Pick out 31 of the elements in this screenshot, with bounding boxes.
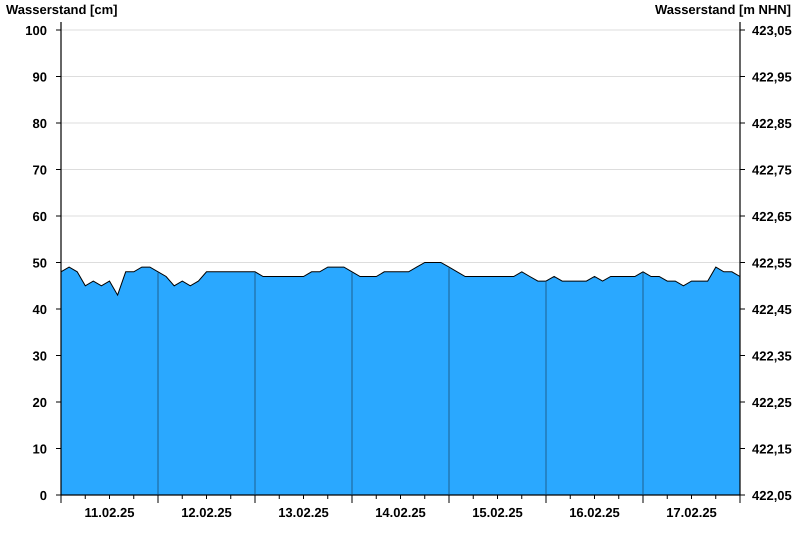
x-tick-label: 12.02.25 <box>181 505 232 520</box>
x-tick-label: 16.02.25 <box>569 505 620 520</box>
y-tick-label: 40 <box>32 302 47 317</box>
y-tick-label: 422,65 <box>752 209 792 224</box>
x-tick-label: 13.02.25 <box>278 505 329 520</box>
y-tick-label: 0 <box>40 488 47 503</box>
y-tick-label: 423,05 <box>752 23 792 38</box>
y-tick-label: 422,15 <box>752 442 792 456</box>
y-tick-label: 422,95 <box>752 70 792 84</box>
y-tick-label: 422,05 <box>752 488 792 503</box>
y-tick-label: 70 <box>32 162 47 178</box>
y-tick-label: 80 <box>32 116 47 131</box>
x-tick-label: 14.02.25 <box>375 505 426 520</box>
y-tick-label: 30 <box>32 348 47 364</box>
y-tick-label: 422,85 <box>752 116 792 131</box>
y-tick-label: 10 <box>32 442 47 456</box>
y-tick-label: 422,75 <box>752 162 792 178</box>
x-tick-label: 17.02.25 <box>666 505 717 520</box>
y-tick-label: 50 <box>32 256 47 270</box>
y-tick-label: 422,25 <box>752 395 792 410</box>
y-tick-label: 90 <box>32 70 47 84</box>
y-tick-label: 100 <box>25 23 47 38</box>
axis-title: Wasserstand [m NHN] <box>654 2 791 17</box>
y-tick-label: 422,45 <box>752 302 792 317</box>
axis-title: Wasserstand [cm] <box>6 2 118 17</box>
y-tick-label: 20 <box>32 395 47 410</box>
y-tick-label: 422,55 <box>752 256 792 270</box>
y-tick-label: 60 <box>32 209 47 224</box>
x-tick-label: 11.02.25 <box>84 505 134 520</box>
x-tick-label: 15.02.25 <box>472 505 523 520</box>
y-tick-label: 422,35 <box>752 348 792 364</box>
